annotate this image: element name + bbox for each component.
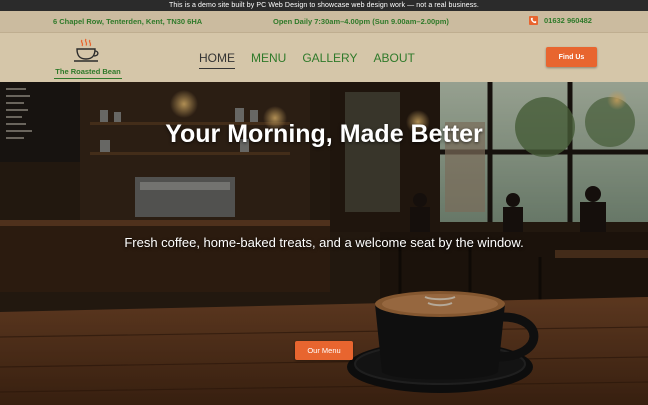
info-bar: 6 Chapel Row, Tenterden, Kent, TN30 6HA …: [0, 11, 648, 32]
coffee-cup-icon: [74, 38, 99, 62]
logo-text: The Roasted Bean: [55, 67, 121, 76]
phone-number: 01632 960482: [544, 16, 592, 25]
find-us-button[interactable]: Find Us: [546, 47, 597, 67]
hero-subtitle: Fresh coffee, home-baked treats, and a w…: [124, 235, 524, 250]
phone-icon: [529, 16, 538, 25]
nav-gallery[interactable]: GALLERY: [302, 51, 357, 65]
logo-underline: [54, 78, 122, 79]
nav-about[interactable]: ABOUT: [374, 51, 415, 65]
hero-section: Your Morning, Made Better Fresh coffee, …: [0, 82, 648, 405]
nav-menu[interactable]: MENU: [251, 51, 286, 65]
our-menu-button[interactable]: Our Menu: [295, 341, 353, 360]
demo-banner: This is a demo site built by PC Web Desi…: [0, 0, 648, 11]
nav-home[interactable]: HOME: [199, 51, 235, 69]
phone-link[interactable]: 01632 960482: [529, 16, 592, 25]
main-nav: HOME MENU GALLERY ABOUT: [199, 51, 431, 69]
address-text: 6 Chapel Row, Tenterden, Kent, TN30 6HA: [53, 17, 203, 26]
site-logo[interactable]: The Roasted Bean: [52, 38, 124, 80]
hero-title: Your Morning, Made Better: [165, 120, 483, 148]
opening-hours-text: Open Daily 7:30am–4.00pm (Sun 9.00am–2.0…: [273, 17, 449, 26]
